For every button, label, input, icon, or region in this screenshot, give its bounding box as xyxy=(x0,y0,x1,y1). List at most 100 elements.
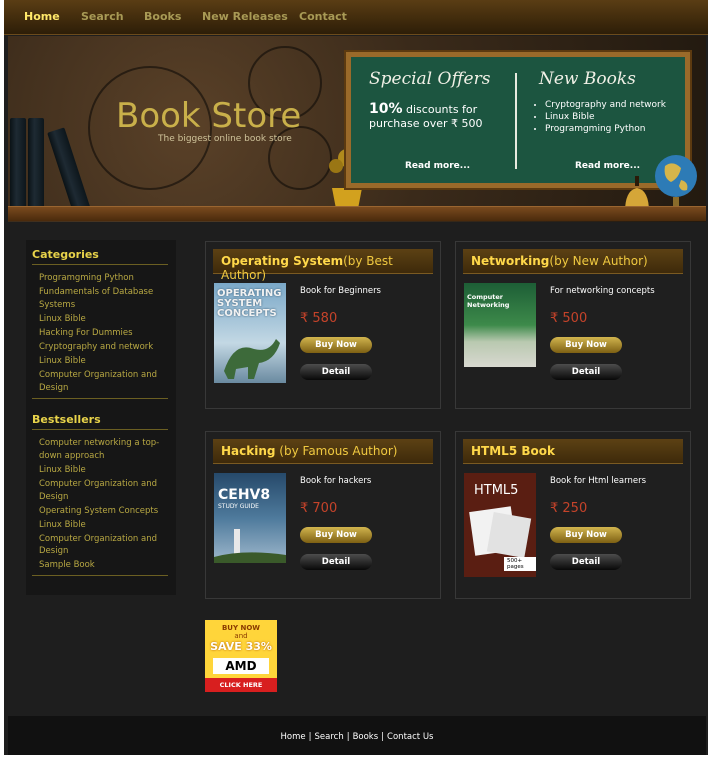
new-books-heading: New Books xyxy=(539,69,636,89)
dinosaur-illustration xyxy=(224,339,280,379)
detail-button[interactable]: Detail xyxy=(550,554,622,570)
book-cover[interactable]: CEHV8 STUDY GUIDE xyxy=(214,473,286,563)
detail-button[interactable]: Detail xyxy=(300,554,372,570)
header-shelf xyxy=(8,206,706,221)
product-title[interactable]: Operating System xyxy=(221,254,343,268)
product-description: Book for hackers xyxy=(300,476,372,486)
product-description: Book for Html learners xyxy=(550,476,646,486)
product-title[interactable]: Networking xyxy=(471,254,549,268)
store-tagline: The biggest online book store xyxy=(158,134,292,144)
list-item[interactable]: Linux Bible xyxy=(545,111,666,123)
ad-text: and xyxy=(234,632,248,640)
product-price: ₹ 250 xyxy=(550,501,588,516)
categories-list: Programgming Python Fundamentals of Data… xyxy=(39,272,167,395)
product-description: Book for Beginners xyxy=(300,286,381,296)
divider xyxy=(32,429,168,430)
footer: Home | Search | Books | Contact Us xyxy=(8,716,706,755)
bestseller-link[interactable]: Computer networking a top-down approach xyxy=(39,437,167,463)
book-cover[interactable]: Computer Networking xyxy=(464,283,536,367)
footer-links: Home | Search | Books | Contact Us xyxy=(280,732,434,742)
detail-button[interactable]: Detail xyxy=(300,364,372,380)
store-title: Book Store xyxy=(116,96,302,136)
bestseller-link[interactable]: Computer Organization and Design xyxy=(39,478,167,504)
top-nav: Home Search Books New Releases Contact xyxy=(4,0,708,35)
category-link[interactable]: Computer Organization and Design xyxy=(39,369,167,395)
bestseller-link[interactable]: Computer Organization and Design xyxy=(39,533,167,559)
footer-link-search[interactable]: Search xyxy=(315,732,344,742)
category-link[interactable]: Linux Bible xyxy=(39,355,167,368)
product-price: ₹ 580 xyxy=(300,311,338,326)
cover-text: CONCEPTS xyxy=(217,308,277,319)
sidebar: Categories Programgming Python Fundament… xyxy=(26,240,176,595)
nav-new-releases[interactable]: New Releases xyxy=(202,10,288,23)
product-subtitle: (by New Author) xyxy=(549,254,648,268)
category-link[interactable]: Programgming Python xyxy=(39,272,167,285)
advertisement-banner[interactable]: BUY NOW and SAVE 33% AMD CLICK HERE xyxy=(205,620,277,692)
decor-book xyxy=(28,118,44,214)
product-subtitle: (by Famous Author) xyxy=(275,444,398,458)
footer-link-contact[interactable]: Contact Us xyxy=(387,732,433,742)
buy-now-button[interactable]: Buy Now xyxy=(550,527,622,543)
product-card: Hacking (by Famous Author) CEHV8 STUDY G… xyxy=(205,431,441,599)
offer-highlight: 10% xyxy=(369,101,403,117)
amd-logo: AMD xyxy=(213,658,269,674)
bestsellers-list: Computer networking a top-down approach … xyxy=(39,437,167,573)
new-books-read-more-link[interactable]: Read more... xyxy=(575,161,640,171)
divider xyxy=(32,575,168,576)
bestseller-link[interactable]: Sample Book xyxy=(39,559,167,572)
bestseller-link[interactable]: Linux Bible xyxy=(39,519,167,532)
product-card-header: HTML5 Book xyxy=(463,439,683,464)
book-cover[interactable]: HTML5 500+ pages xyxy=(464,473,536,577)
cover-text: 500+ pages xyxy=(504,557,536,571)
product-description: For networking concepts xyxy=(550,286,655,296)
bestsellers-heading: Bestsellers xyxy=(32,413,101,426)
ad-text: SAVE 33% xyxy=(210,640,272,653)
page: Home Search Books New Releases Contact B… xyxy=(4,0,708,755)
cover-text: STUDY GUIDE xyxy=(218,503,259,510)
product-price: ₹ 700 xyxy=(300,501,338,516)
product-card: Networking(by New Author) Computer Netwo… xyxy=(455,241,691,409)
product-card-header: Operating System(by Best Author) xyxy=(213,249,433,282)
category-link[interactable]: Fundamentals of Database Systems xyxy=(39,286,167,312)
bestseller-link[interactable]: Operating System Concepts xyxy=(39,505,167,518)
cover-text: CEHV8 xyxy=(218,487,271,503)
decor-book xyxy=(47,127,91,215)
board-divider xyxy=(515,73,517,169)
book-cover[interactable]: OPERATING SYSTEM CONCEPTS xyxy=(214,283,286,383)
nav-home[interactable]: Home xyxy=(24,10,60,23)
cover-text: Computer Networking xyxy=(467,293,510,309)
new-books-list: Cryptography and network Linux Bible Pro… xyxy=(531,99,666,135)
decor-book xyxy=(10,118,26,214)
category-link[interactable]: Linux Bible xyxy=(39,313,167,326)
product-title[interactable]: HTML5 Book xyxy=(471,444,555,458)
header-banner: Book Store The biggest online book store… xyxy=(8,36,706,222)
list-item[interactable]: Cryptography and network xyxy=(545,99,666,111)
offers-read-more-link[interactable]: Read more... xyxy=(405,161,470,171)
chalkboard: Special Offers 10% discounts for purchas… xyxy=(346,52,690,188)
footer-link-home[interactable]: Home xyxy=(281,732,306,742)
product-card-header: Hacking (by Famous Author) xyxy=(213,439,433,464)
product-card-header: Networking(by New Author) xyxy=(463,249,683,274)
product-card: Operating System(by Best Author) OPERATI… xyxy=(205,241,441,409)
list-item[interactable]: Programgming Python xyxy=(545,123,666,135)
detail-button[interactable]: Detail xyxy=(550,364,622,380)
buy-now-button[interactable]: Buy Now xyxy=(300,527,372,543)
bestseller-link[interactable]: Linux Bible xyxy=(39,464,167,477)
divider xyxy=(32,398,168,399)
product-title[interactable]: Hacking xyxy=(221,444,275,458)
categories-heading: Categories xyxy=(32,248,99,261)
nav-search[interactable]: Search xyxy=(81,10,124,23)
nav-books[interactable]: Books xyxy=(144,10,181,23)
product-price: ₹ 500 xyxy=(550,311,588,326)
buy-now-button[interactable]: Buy Now xyxy=(300,337,372,353)
category-link[interactable]: Hacking For Dummies xyxy=(39,327,167,340)
category-link[interactable]: Cryptography and network xyxy=(39,341,167,354)
special-offers-heading: Special Offers xyxy=(369,69,491,89)
nav-contact[interactable]: Contact xyxy=(299,10,347,23)
footer-link-books[interactable]: Books xyxy=(353,732,379,742)
divider xyxy=(32,264,168,265)
lighthouse-illustration xyxy=(214,529,286,563)
ad-cta: CLICK HERE xyxy=(205,678,277,692)
buy-now-button[interactable]: Buy Now xyxy=(550,337,622,353)
offer-text: 10% discounts for purchase over ₹ 500 xyxy=(369,102,509,131)
